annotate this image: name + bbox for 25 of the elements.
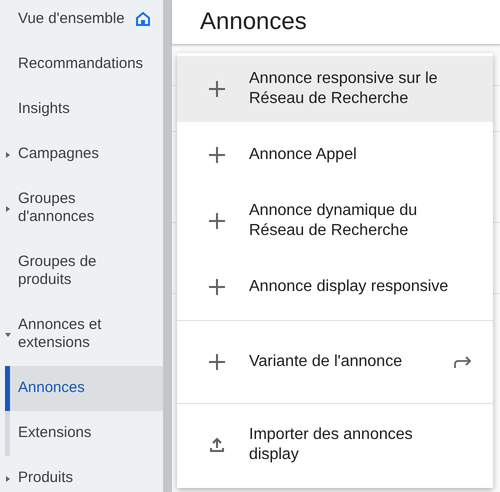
plus-icon: [208, 212, 226, 230]
sidebar-item[interactable]: Annonces et extensions: [0, 303, 163, 366]
sidebar-item[interactable]: Campagnes: [0, 132, 163, 177]
menu-item[interactable]: Annonce dynamique du Réseau de Recherche: [177, 188, 493, 254]
upload-icon: [208, 436, 226, 454]
sidebar-item[interactable]: Insights: [0, 87, 163, 132]
sidebar-item[interactable]: Recommandations: [0, 42, 163, 87]
menu-item[interactable]: Annonce Appel: [177, 122, 493, 188]
sidebar-item[interactable]: Groupes d'annonces: [0, 177, 163, 240]
sidebar-item[interactable]: Produits: [0, 456, 163, 492]
page-title: Annonces: [200, 8, 307, 36]
menu-item[interactable]: Importer des annonces display: [177, 412, 493, 478]
home-icon: [134, 11, 151, 27]
sidebar-item[interactable]: Vue d'ensemble: [0, 0, 163, 42]
scrollbar[interactable]: [163, 0, 172, 492]
plus-icon: [208, 353, 226, 371]
plus-icon: [208, 278, 226, 296]
plus-icon: [208, 80, 226, 98]
sidebar-item[interactable]: Groupes de produits: [0, 240, 163, 303]
arrow-icon: [453, 355, 473, 369]
plus-icon: [208, 146, 226, 164]
menu-item[interactable]: Annonce responsive sur le Réseau de Recherche: [177, 56, 493, 122]
sidebar-item[interactable]: Annonces: [5, 366, 163, 411]
menu-item[interactable]: Annonce display responsive: [177, 254, 493, 320]
menu-item[interactable]: Variante de l'annonce: [177, 329, 493, 395]
